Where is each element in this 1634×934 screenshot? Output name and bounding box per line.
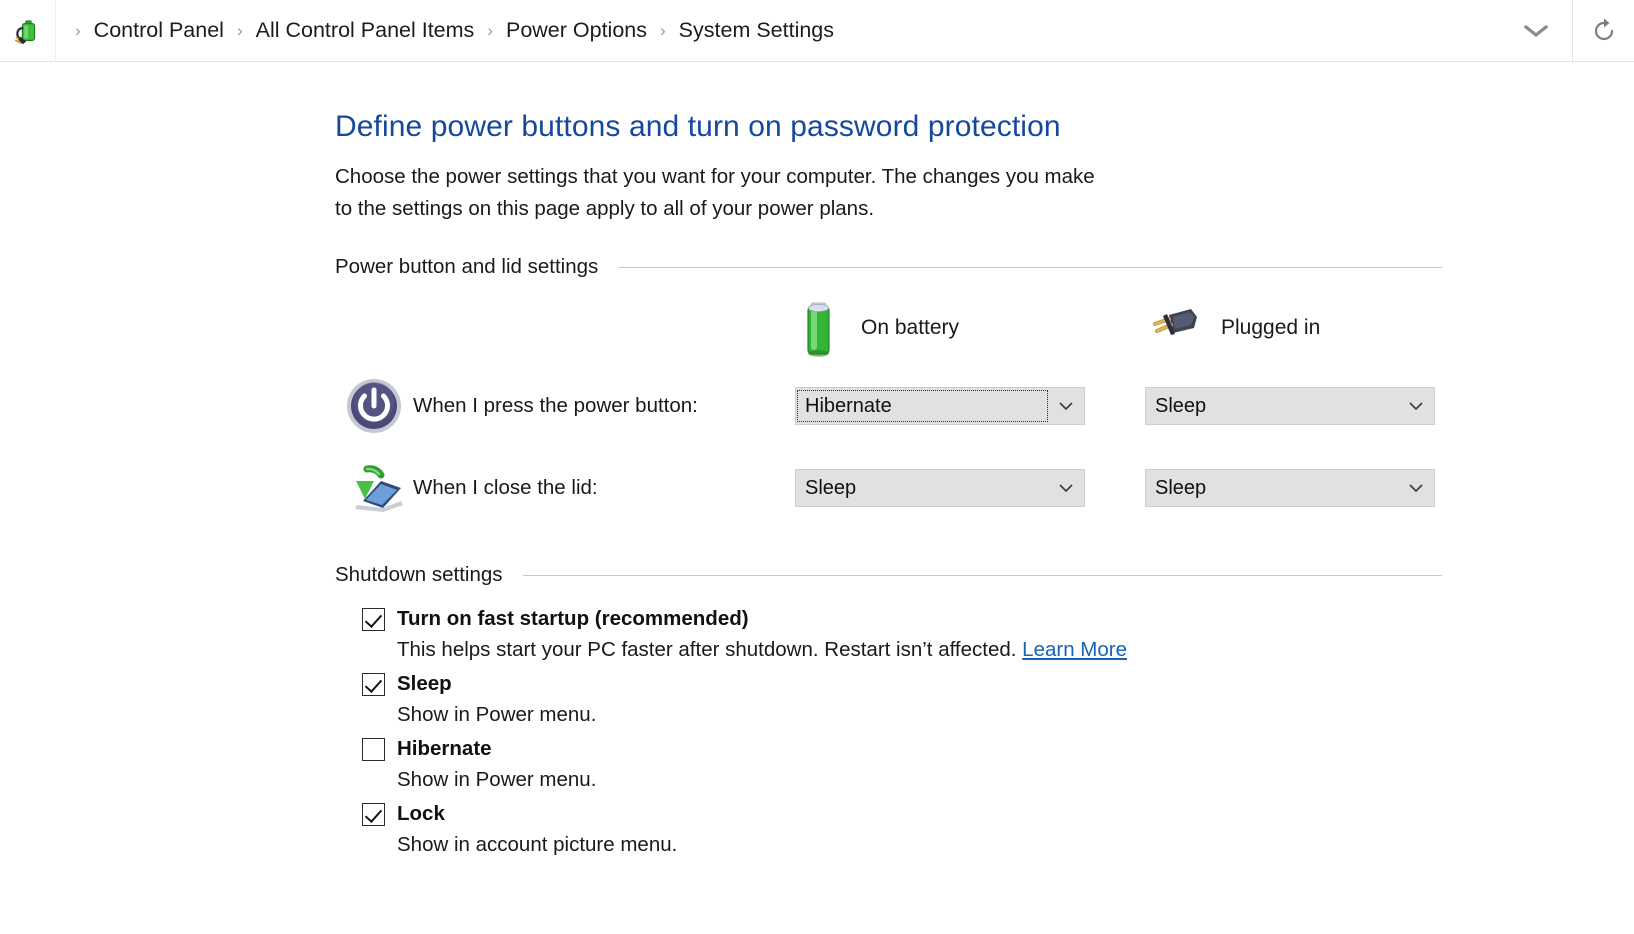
power-button-on-battery-cell: Hibernate xyxy=(795,387,1115,425)
learn-more-link[interactable]: Learn More xyxy=(1022,638,1127,661)
list-item: Sleep Show in Power menu. xyxy=(362,672,1634,729)
chevron-down-icon xyxy=(1048,483,1084,493)
power-lid-settings-grid: On battery Plugged in When I press the p… xyxy=(0,291,1634,529)
breadcrumb-item-all-control-panel-items[interactable]: All Control Panel Items xyxy=(252,16,479,45)
fast-startup-label: Turn on fast startup (recommended) xyxy=(397,607,749,630)
battery-icon xyxy=(795,297,843,359)
breadcrumb-item-system-settings[interactable]: System Settings xyxy=(675,16,838,45)
lid-close-on-battery-select[interactable]: Sleep xyxy=(795,469,1085,507)
lid-close-label: When I close the lid: xyxy=(413,476,598,499)
hibernate-label: Hibernate xyxy=(397,737,492,760)
power-button-plugged-in-select[interactable]: Sleep xyxy=(1145,387,1435,425)
address-bar-icon-cell xyxy=(0,0,56,61)
hibernate-description: Show in Power menu. xyxy=(397,768,597,791)
power-button-setting-row: When I press the power button: Hibernate… xyxy=(335,365,1634,447)
power-button-label-cell: When I press the power button: xyxy=(335,377,795,435)
power-button-plugged-in-cell: Sleep xyxy=(1145,387,1465,425)
lid-close-label-cell: When I close the lid: xyxy=(335,461,795,515)
chevron-down-icon xyxy=(1523,23,1549,39)
power-button-icon xyxy=(335,377,413,435)
power-source-column-headers: On battery Plugged in xyxy=(335,291,1634,365)
lid-close-plugged-in-select[interactable]: Sleep xyxy=(1145,469,1435,507)
section-divider xyxy=(618,266,1442,268)
on-battery-label: On battery xyxy=(861,316,960,339)
lid-close-plugged-in-value: Sleep xyxy=(1155,476,1207,499)
power-button-on-battery-value: Hibernate xyxy=(797,390,1048,422)
column-header-on-battery: On battery xyxy=(795,297,1115,359)
column-header-plugged-in: Plugged in xyxy=(1145,303,1465,353)
breadcrumb-item-power-options[interactable]: Power Options xyxy=(502,16,651,45)
list-item: Hibernate Show in Power menu. xyxy=(362,737,1634,794)
page-title: Define power buttons and turn on passwor… xyxy=(335,110,1061,143)
refresh-button[interactable] xyxy=(1572,0,1634,61)
shutdown-section-header: Shutdown settings xyxy=(0,563,1634,587)
fast-startup-description: This helps start your PC faster after sh… xyxy=(362,636,1634,664)
sleep-checkbox[interactable] xyxy=(362,672,385,696)
laptop-lid-close-icon xyxy=(335,461,413,515)
power-lid-section-header: Power button and lid settings xyxy=(0,255,1634,279)
refresh-icon xyxy=(1591,18,1617,44)
shutdown-section-title: Shutdown settings xyxy=(335,563,503,586)
breadcrumb-separator: › xyxy=(487,21,493,40)
main-content: Define power buttons and turn on passwor… xyxy=(0,62,1634,859)
hibernate-checkbox[interactable] xyxy=(362,737,385,761)
power-plug-icon xyxy=(1145,303,1203,353)
list-item: Lock Show in account picture menu. xyxy=(362,802,1634,859)
lid-close-on-battery-value: Sleep xyxy=(805,476,857,499)
lid-close-on-battery-cell: Sleep xyxy=(795,469,1115,507)
fast-startup-checkbox[interactable] xyxy=(362,607,385,631)
sleep-description: Show in Power menu. xyxy=(397,703,597,726)
chevron-down-icon xyxy=(1048,401,1084,411)
shutdown-settings-list: Turn on fast startup (recommended) This … xyxy=(0,607,1634,859)
lid-close-setting-row: When I close the lid: Sleep Sleep xyxy=(335,447,1634,529)
list-item: Turn on fast startup (recommended) This … xyxy=(362,607,1634,664)
plugged-in-label: Plugged in xyxy=(1221,316,1321,339)
lock-description: Show in account picture menu. xyxy=(397,833,678,856)
power-button-on-battery-select[interactable]: Hibernate xyxy=(795,387,1085,425)
address-bar-history-dropdown[interactable] xyxy=(1500,0,1572,61)
address-bar: › Control Panel › All Control Panel Item… xyxy=(0,0,1634,62)
power-options-battery-plug-icon xyxy=(13,16,43,46)
chevron-down-icon xyxy=(1398,401,1434,411)
section-divider xyxy=(522,574,1442,576)
chevron-down-icon xyxy=(1398,483,1434,493)
lock-checkbox[interactable] xyxy=(362,802,385,826)
lid-close-plugged-in-cell: Sleep xyxy=(1145,469,1465,507)
lock-label: Lock xyxy=(397,802,445,825)
fast-startup-description-text: This helps start your PC faster after sh… xyxy=(397,638,1017,661)
power-lid-section-title: Power button and lid settings xyxy=(335,255,599,278)
power-button-plugged-in-value: Sleep xyxy=(1155,394,1207,417)
breadcrumb: › Control Panel › All Control Panel Item… xyxy=(56,0,1500,61)
breadcrumb-separator: › xyxy=(660,21,666,40)
breadcrumb-separator: › xyxy=(236,21,243,40)
breadcrumb-item-control-panel[interactable]: Control Panel xyxy=(90,16,228,45)
page-description: Choose the power settings that you want … xyxy=(335,165,1095,220)
sleep-label: Sleep xyxy=(397,672,452,695)
breadcrumb-separator: › xyxy=(75,21,81,40)
power-button-label: When I press the power button: xyxy=(413,394,698,417)
